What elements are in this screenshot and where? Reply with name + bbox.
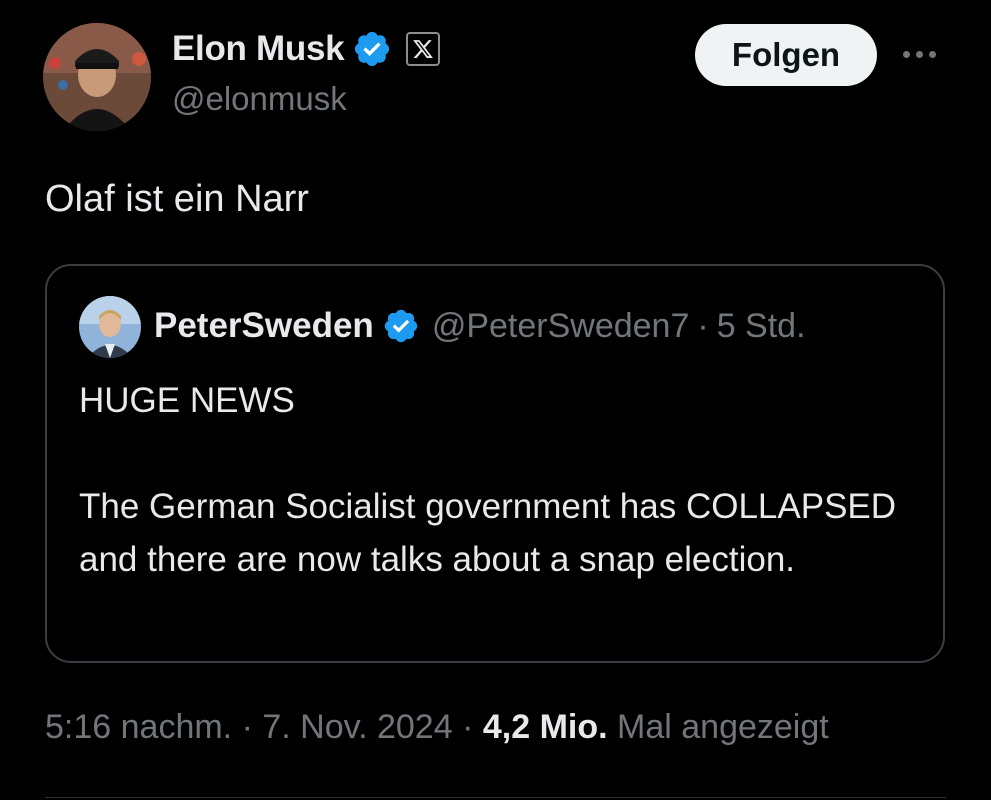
follow-button[interactable]: Folgen — [695, 24, 877, 86]
divider — [45, 797, 946, 798]
quoted-author-handle[interactable]: @PeterSweden7 — [432, 307, 690, 346]
quoted-tweet-paragraph: The German Socialist government has COLL… — [79, 487, 897, 579]
quoted-tweet-header: PeterSweden @PeterSweden7 · 5 Std. — [154, 306, 806, 346]
quoted-tweet-text: HUGE NEWS The German Socialist governmen… — [79, 374, 919, 586]
more-horizontal-icon[interactable] — [903, 42, 943, 66]
quoted-author-name[interactable]: PeterSweden — [154, 306, 374, 346]
view-count[interactable]: 4,2 Mio. — [483, 708, 608, 746]
author-avatar[interactable] — [43, 23, 151, 131]
quoted-tweet-paragraph: HUGE NEWS — [79, 381, 295, 420]
verified-badge-icon[interactable] — [352, 29, 392, 69]
separator-dot: · — [241, 708, 253, 746]
verified-badge-icon[interactable] — [382, 307, 420, 345]
quoted-author-avatar[interactable] — [79, 296, 141, 358]
separator-dot: · — [697, 306, 709, 345]
author-name-row: Elon Musk — [172, 26, 441, 72]
quoted-tweet-card[interactable]: PeterSweden @PeterSweden7 · 5 Std. HUGE … — [45, 264, 945, 663]
view-count-label: Mal angezeigt — [617, 708, 829, 746]
author-handle[interactable]: @elonmusk — [172, 80, 347, 118]
quoted-tweet-time[interactable]: 5 Std. — [717, 307, 806, 346]
more-dot — [903, 50, 910, 58]
separator-dot: · — [462, 708, 474, 746]
tweet-metadata: 5:16 nachm. · 7. Nov. 2024 · 4,2 Mio. Ma… — [45, 708, 829, 747]
tweet-time[interactable]: 5:16 nachm. — [45, 708, 232, 746]
tweet-text: Olaf ist ein Narr — [45, 178, 309, 220]
author-name[interactable]: Elon Musk — [172, 29, 345, 69]
x-logo-icon[interactable] — [406, 32, 441, 66]
more-dot — [929, 50, 936, 58]
more-dot — [916, 50, 923, 58]
tweet-date[interactable]: 7. Nov. 2024 — [262, 708, 452, 746]
